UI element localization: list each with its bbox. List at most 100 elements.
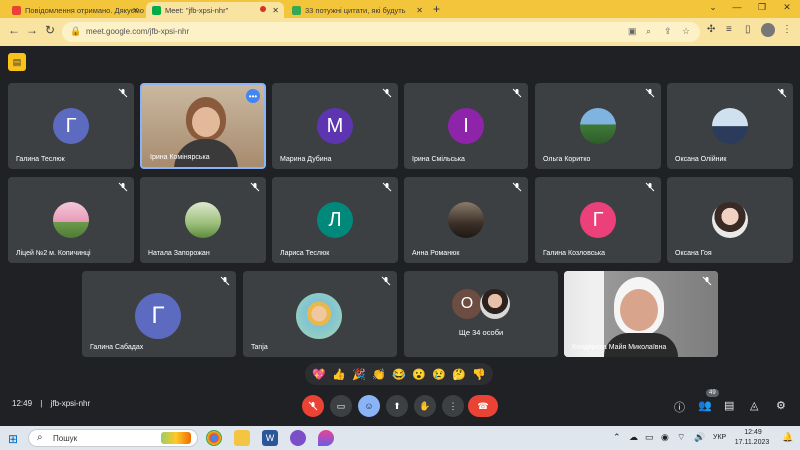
zoom-icon[interactable]: ⌕	[646, 26, 651, 37]
reaction-thinking-icon[interactable]: 🤔	[452, 368, 466, 381]
avatar-photo	[712, 108, 748, 144]
notifications-icon[interactable]: 🔔	[782, 432, 793, 443]
participant-tile[interactable]: Анна Романюк	[404, 177, 528, 263]
participant-tile[interactable]: Ольга Коритко	[535, 83, 661, 169]
meeting-info-icon[interactable]: ▤	[8, 53, 26, 71]
volume-icon[interactable]: 🔊	[694, 432, 705, 443]
close-icon[interactable]: ✕	[132, 6, 139, 15]
participant-tile[interactable]: Г Галина Сабадах	[82, 271, 236, 357]
participant-tile[interactable]: ••• Ірина Комінярська	[140, 83, 266, 169]
host-controls-icon[interactable]: ⚙	[776, 399, 786, 412]
search-highlight-image	[161, 432, 191, 444]
tray-clock-date[interactable]: 17.11.2023	[732, 439, 772, 446]
leave-call-button[interactable]: ☎	[468, 395, 498, 417]
tab-meet[interactable]: Meet: "jfb-xpsi-nhr" ✕	[146, 2, 284, 18]
word-icon[interactable]: W	[262, 430, 278, 446]
url-text[interactable]: meet.google.com/jfb-xpsi-nhr	[86, 27, 189, 36]
reaction-surprised-icon[interactable]: 😮	[412, 368, 426, 381]
avatar: Г	[53, 108, 89, 144]
lock-icon[interactable]: 🔒	[70, 26, 81, 37]
forward-button[interactable]: →	[24, 23, 40, 37]
side-panel-icon[interactable]: ▯	[745, 24, 751, 35]
effects-button[interactable]: ☺	[358, 395, 380, 417]
info-icon[interactable]: ⓘ	[674, 399, 685, 415]
back-button[interactable]: ←	[6, 23, 22, 37]
reaction-thumbs-up-icon[interactable]: 👍	[332, 368, 346, 381]
participant-tile[interactable]: Г Галина Козловська	[535, 177, 661, 263]
reading-list-icon[interactable]: ≡	[726, 24, 732, 35]
tab-title: Повідомлення отримано. Дякуємо	[25, 5, 144, 15]
mic-off-button[interactable]	[302, 395, 324, 417]
separator: |	[40, 399, 43, 408]
recording-dot-icon	[260, 6, 266, 12]
mic-off-icon	[645, 88, 655, 98]
video-indicator-icon[interactable]: ▣	[628, 26, 637, 37]
participant-tile[interactable]: Оксана Олійник	[667, 83, 793, 169]
reaction-laugh-icon[interactable]: 😂	[392, 368, 406, 381]
close-icon[interactable]: ✕	[272, 6, 279, 15]
tab-search-chevron-icon[interactable]: ⌄	[706, 2, 720, 13]
share-icon[interactable]: ⇪	[664, 26, 672, 37]
camera-tray-icon[interactable]: ◉	[661, 432, 669, 443]
present-button[interactable]: ⬆	[386, 395, 408, 417]
raise-hand-button[interactable]: ✋	[414, 395, 436, 417]
tab-quotes[interactable]: 33 потужні цитати, які будуть ✕	[286, 2, 428, 18]
participant-tile[interactable]: Г Галина Теслюк	[8, 83, 134, 169]
participant-tile[interactable]: Натала Запорожан	[140, 177, 266, 263]
camera-button[interactable]: ▭	[330, 395, 352, 417]
avatar-photo	[296, 293, 342, 339]
restore-button[interactable]: ❐	[755, 2, 769, 13]
close-window-button[interactable]: ✕	[780, 2, 794, 13]
cloud-icon[interactable]: ☁	[629, 432, 638, 443]
reload-button[interactable]: ↻	[42, 23, 58, 37]
avatar: Г	[135, 293, 181, 339]
address-bar[interactable]: 🔒 meet.google.com/jfb-xpsi-nhr ▣ ⌕ ⇪ ☆	[62, 22, 700, 42]
viber-icon[interactable]	[290, 430, 306, 446]
extensions-icon[interactable]: ✣	[707, 24, 715, 35]
participant-name: Кондирєва Майя Миколаївна	[572, 344, 667, 351]
more-options-button[interactable]: ⋮	[442, 395, 464, 417]
language-indicator[interactable]: УКР	[713, 434, 726, 441]
reaction-party-icon[interactable]: 🎉	[352, 368, 366, 381]
reaction-sad-icon[interactable]: 😢	[432, 368, 446, 381]
chevron-up-icon[interactable]: ⌃	[613, 432, 621, 443]
bookmark-star-icon[interactable]: ☆	[682, 26, 690, 37]
participant-tile[interactable]: Оксана Гоя	[667, 177, 793, 263]
camera-icon: ▭	[336, 400, 346, 411]
file-explorer-icon[interactable]	[234, 430, 250, 446]
reactions-bar: 💖 👍 🎉 👏 😂 😮 😢 🤔 👎	[305, 363, 493, 385]
participant-name: Оксана Гоя	[675, 250, 712, 257]
participant-tile[interactable]: Л Лариса Теслюк	[272, 177, 398, 263]
reaction-clap-icon[interactable]: 👏	[372, 368, 386, 381]
reaction-heart-icon[interactable]: 💖	[312, 368, 326, 381]
windows-taskbar: ⊞ ⌕ Пошук W ⌃ ☁ ▭ ◉ ⌔ 🔊 УКР 12:49 17.11.…	[0, 426, 800, 450]
participant-tile[interactable]: М Марина Дубина	[272, 83, 398, 169]
battery-icon[interactable]: ▭	[645, 432, 654, 443]
reaction-thumbs-down-icon[interactable]: 👎	[472, 368, 486, 381]
app-icon[interactable]	[318, 430, 334, 446]
chat-icon[interactable]: ▤	[724, 399, 734, 412]
search-icon: ⌕	[37, 432, 43, 443]
windows-start-icon[interactable]: ⊞	[8, 432, 18, 446]
more-participants-tile[interactable]: О Ще 34 особи	[404, 271, 558, 357]
face-shape	[620, 289, 658, 331]
chrome-icon[interactable]	[206, 430, 222, 446]
tray-clock-time[interactable]: 12:49	[736, 429, 770, 436]
minimize-button[interactable]: —	[730, 2, 744, 12]
new-tab-button[interactable]: +	[433, 2, 440, 16]
participant-tile[interactable]: Tanja	[243, 271, 397, 357]
close-icon[interactable]: ✕	[416, 6, 423, 15]
people-icon[interactable]: 👥	[698, 399, 712, 412]
wifi-icon[interactable]: ⌔	[677, 432, 685, 443]
avatar[interactable]	[761, 23, 775, 37]
avatar: Л	[317, 202, 353, 238]
tab-gmail[interactable]: Повідомлення отримано. Дякуємо ✕	[6, 2, 144, 18]
avatar-photo	[712, 202, 748, 238]
participant-tile[interactable]: Ліцей №2 м. Копичинці	[8, 177, 134, 263]
activities-icon[interactable]: ◬	[750, 399, 758, 412]
menu-icon[interactable]: ⋮	[782, 24, 792, 35]
taskbar-search[interactable]: ⌕ Пошук	[28, 429, 198, 447]
participant-tile[interactable]: І Ірина Смільська	[404, 83, 528, 169]
more-options-icon[interactable]: •••	[246, 89, 260, 103]
participant-tile[interactable]: Кондирєва Майя Миколаївна	[564, 271, 718, 357]
